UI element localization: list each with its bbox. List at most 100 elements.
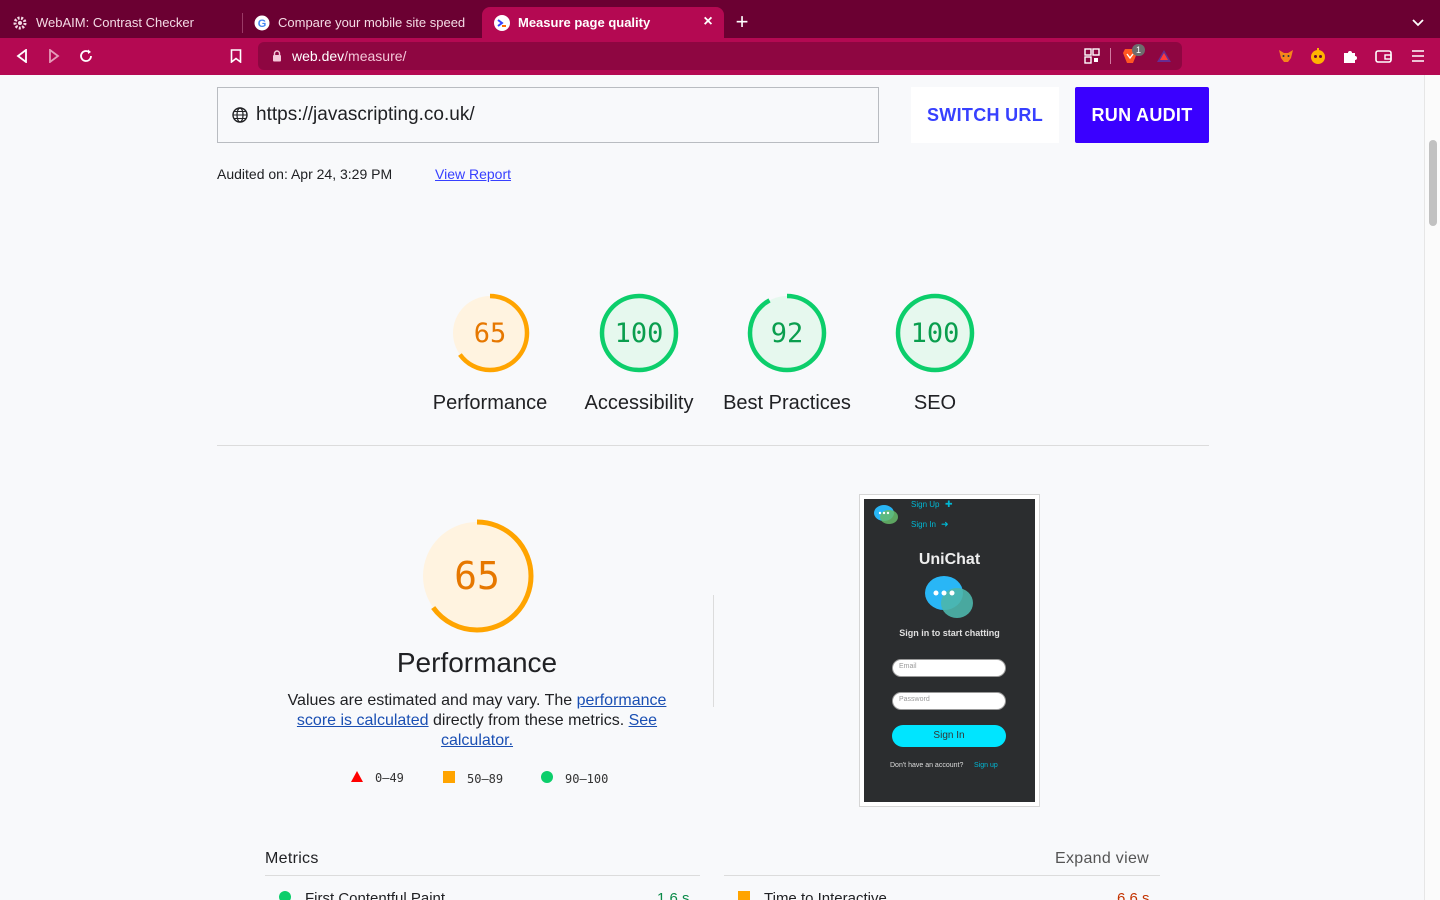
switch-url-button[interactable]: SWITCH URL: [911, 87, 1059, 143]
lock-icon: [270, 49, 284, 63]
expand-view-toggle[interactable]: Expand view: [1055, 850, 1149, 868]
password-placeholder: Password: [899, 696, 930, 703]
metric-value: 6.6 s: [1117, 890, 1150, 900]
bookmark-icon[interactable]: [226, 46, 246, 66]
gauge-ring: 92: [747, 293, 827, 373]
metric-first-contentful-paint: First Contentful Paint: [279, 890, 445, 900]
shields-count-badge: 1: [1132, 44, 1145, 56]
metric-name: First Contentful Paint: [305, 890, 446, 900]
legend-range: 0–49: [375, 771, 404, 785]
browser-toolbar: web.dev/measure/ 1: [0, 38, 1440, 75]
gauge-score: 100: [911, 318, 960, 349]
google-favicon-icon: G: [254, 15, 270, 31]
score-gauge-performance[interactable]: 65 Performance: [425, 292, 555, 415]
url-path: /measure/: [344, 48, 407, 64]
performance-gauge-large: 65: [419, 518, 535, 634]
menu-icon[interactable]: [1408, 46, 1428, 66]
webdev-favicon-icon: [494, 14, 510, 31]
gauge-ring: 65: [450, 293, 530, 373]
gauge-label: Performance: [432, 392, 548, 414]
sign-in-arrow-icon: ➜: [941, 519, 949, 529]
audit-url-value: https://javascripting.co.uk/: [256, 104, 475, 125]
desc-prefix: Values are estimated and may vary. The: [287, 692, 577, 709]
address-bar[interactable]: web.dev/measure/ 1: [258, 42, 1182, 70]
app-name: UniChat: [918, 551, 981, 568]
sign-in-subtitle: Sign in to start chatting: [899, 628, 1000, 638]
qr-code-icon[interactable]: [1084, 48, 1100, 69]
tab-webaim[interactable]: WebAIM: Contrast Checker: [0, 7, 242, 38]
gauge-score: 92: [771, 318, 804, 349]
tab-pagespeed[interactable]: G Compare your mobile site speed: [242, 7, 482, 38]
circle-icon: [541, 771, 553, 786]
legend-fail: 0–49: [351, 771, 404, 785]
chat-logo-icon: [873, 503, 899, 532]
triangle-icon: [351, 771, 363, 785]
tab-title: Measure page quality: [518, 15, 651, 30]
metamask-icon[interactable]: [1276, 46, 1296, 66]
robot-extension-icon[interactable]: [1308, 46, 1328, 66]
square-icon: [443, 771, 455, 786]
vertical-divider: [713, 595, 714, 707]
gauge-score: 100: [615, 318, 664, 349]
metrics-heading: Metrics: [265, 850, 319, 867]
email-field: Email: [892, 659, 1006, 677]
tab-title: Compare your mobile site speed: [278, 15, 466, 30]
scrollbar-thumb[interactable]: [1429, 140, 1437, 226]
sign-in-nav-link: Sign In: [911, 520, 936, 529]
user-plus-icon: ✚: [945, 499, 953, 509]
chevron-down-icon[interactable]: [1408, 12, 1428, 32]
globe-icon: [232, 107, 248, 123]
performance-score-large: 65: [454, 554, 500, 598]
svg-text:G: G: [258, 18, 267, 30]
gear-favicon-icon: [12, 15, 28, 31]
url-host: web.dev: [292, 48, 345, 64]
urlbar-divider: [1110, 48, 1111, 64]
tab-title: WebAIM: Contrast Checker: [36, 15, 194, 30]
gauge-ring: 100: [895, 293, 975, 373]
new-tab-icon[interactable]: +: [732, 11, 752, 33]
gauge-score: 65: [474, 318, 507, 349]
page-content: https://javascripting.co.uk/ SWITCH URL …: [0, 75, 1424, 900]
gauge-label: SEO: [913, 392, 957, 414]
url-text: web.dev/measure/: [292, 48, 406, 64]
chat-bubbles-icon: [924, 573, 976, 626]
forward-icon[interactable]: [44, 46, 64, 66]
gauge-label: Accessibility: [584, 392, 694, 414]
gauge-label: Best Practices: [723, 392, 851, 414]
metric-time-to-interactive: Time to Interactive: [738, 890, 887, 900]
metrics-rule-right: [724, 875, 1160, 876]
run-audit-button[interactable]: RUN AUDIT: [1075, 87, 1209, 143]
score-gauge-best-practices[interactable]: 92 Best Practices: [722, 292, 852, 415]
performance-heading: Performance: [396, 647, 558, 678]
section-divider: [217, 445, 1209, 446]
brave-rewards-icon[interactable]: [1156, 48, 1172, 69]
audited-on-text: Audited on: Apr 24, 3:29 PM: [217, 166, 393, 182]
score-gauge-accessibility[interactable]: 100 Accessibility: [574, 292, 704, 415]
legend-range: 50–89: [467, 771, 504, 786]
audit-url-input[interactable]: https://javascripting.co.uk/: [217, 87, 879, 143]
circle-icon: [279, 890, 291, 900]
back-icon[interactable]: [12, 46, 32, 66]
metrics-rule-left: [265, 875, 700, 876]
tab-measure[interactable]: Measure page quality ×: [482, 7, 724, 38]
no-account-text: Don't have an account?: [890, 762, 964, 769]
metric-value: 1.6 s: [657, 890, 690, 900]
desc-middle: directly from these metrics.: [428, 712, 629, 729]
reload-icon[interactable]: [76, 46, 96, 66]
final-screenshot: Sign Up ✚ Sign In ➜ UniChat Sign in to s…: [859, 494, 1040, 807]
sign-up-nav-link: Sign Up: [911, 500, 940, 509]
screenshot-image: Sign Up ✚ Sign In ➜ UniChat Sign in to s…: [864, 499, 1035, 802]
password-field: Password: [892, 692, 1006, 710]
score-gauge-seo[interactable]: 100 SEO: [870, 292, 1000, 415]
sign-in-button-thumb: Sign In: [892, 725, 1006, 747]
metric-name: Time to Interactive: [764, 890, 887, 900]
wallet-icon[interactable]: [1374, 46, 1394, 66]
view-report-link[interactable]: View Report: [435, 166, 511, 182]
legend-range: 90–100: [565, 771, 609, 786]
tab-bar: WebAIM: Contrast Checker G Compare your …: [0, 0, 1440, 38]
legend-pass: 90–100: [541, 771, 608, 786]
legend-average: 50–89: [443, 771, 503, 786]
close-icon[interactable]: ×: [700, 14, 716, 30]
page-scrollbar[interactable]: [1424, 75, 1440, 900]
extensions-puzzle-icon[interactable]: [1340, 46, 1360, 66]
